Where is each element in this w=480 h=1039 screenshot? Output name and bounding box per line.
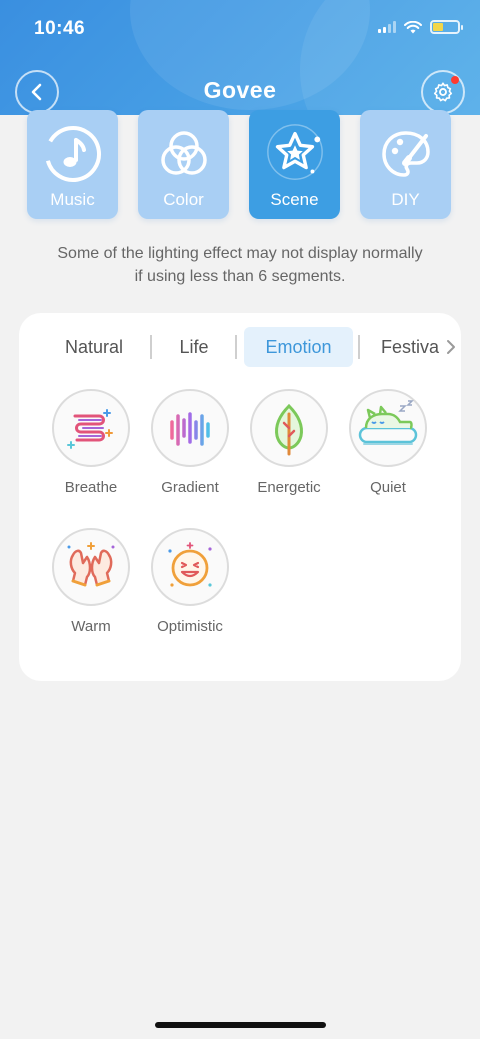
brand-logo: Govee (203, 77, 277, 103)
color-circles-icon (152, 122, 216, 186)
scene-warm[interactable]: Warm (41, 528, 141, 635)
mode-label: Music (50, 190, 95, 209)
settings-button[interactable] (421, 70, 465, 114)
tab-emotion[interactable]: Emotion (244, 327, 353, 367)
gear-icon (433, 82, 453, 102)
scene-category-tabs: Natural Life Emotion Festiva (19, 327, 461, 367)
tab-divider (150, 335, 152, 359)
scene-label: Breathe (64, 479, 118, 496)
scene-quiet[interactable]: Quiet (338, 389, 438, 496)
mode-music[interactable]: Music (27, 110, 118, 219)
scene-label: Gradient (161, 479, 219, 496)
palette-brush-icon (374, 122, 438, 186)
battery-icon (430, 20, 463, 34)
segment-notice: Some of the lighting effect may not disp… (0, 242, 480, 288)
music-note-icon (41, 122, 105, 186)
mode-selector: Music Color Scene DIY (27, 110, 451, 219)
scene-optimistic[interactable]: Optimistic (140, 528, 240, 635)
smiley-icon (151, 528, 229, 606)
scene-panel: Natural Life Emotion Festiva Breathe Gra… (19, 313, 461, 681)
star-scene-icon (263, 122, 327, 186)
status-icons (378, 20, 463, 34)
chevron-right-icon[interactable] (446, 339, 456, 355)
notice-line: if using less than 6 segments. (134, 268, 346, 285)
tab-divider (358, 335, 360, 359)
home-indicator[interactable] (155, 1022, 326, 1028)
breathe-icon (52, 389, 130, 467)
scene-energetic[interactable]: Energetic (239, 389, 339, 496)
mode-label: Scene (270, 190, 319, 209)
scene-label: Energetic (257, 479, 321, 496)
sleeping-cat-icon (349, 389, 427, 467)
tab-festival[interactable]: Festiva (381, 327, 451, 367)
mode-label: Color (163, 190, 204, 209)
tab-life[interactable]: Life (161, 327, 227, 367)
tab-natural[interactable]: Natural (49, 327, 139, 367)
scene-label: Quiet (370, 479, 406, 496)
mode-color[interactable]: Color (138, 110, 229, 219)
leaf-icon (250, 389, 328, 467)
scene-label: Warm (71, 618, 111, 635)
mode-scene[interactable]: Scene (249, 110, 340, 219)
wifi-icon (404, 20, 422, 33)
tab-divider (235, 335, 237, 359)
mittens-icon (52, 528, 130, 606)
scene-breathe[interactable]: Breathe (41, 389, 141, 496)
cellular-signal-icon (378, 21, 396, 33)
notice-line: Some of the lighting effect may not disp… (57, 245, 423, 262)
status-time: 10:46 (34, 18, 86, 39)
mode-diy[interactable]: DIY (360, 110, 451, 219)
mode-label: DIY (391, 190, 420, 209)
scene-label: Optimistic (157, 618, 223, 635)
gradient-icon (151, 389, 229, 467)
scene-gradient[interactable]: Gradient (140, 389, 240, 496)
notification-dot (451, 76, 459, 84)
